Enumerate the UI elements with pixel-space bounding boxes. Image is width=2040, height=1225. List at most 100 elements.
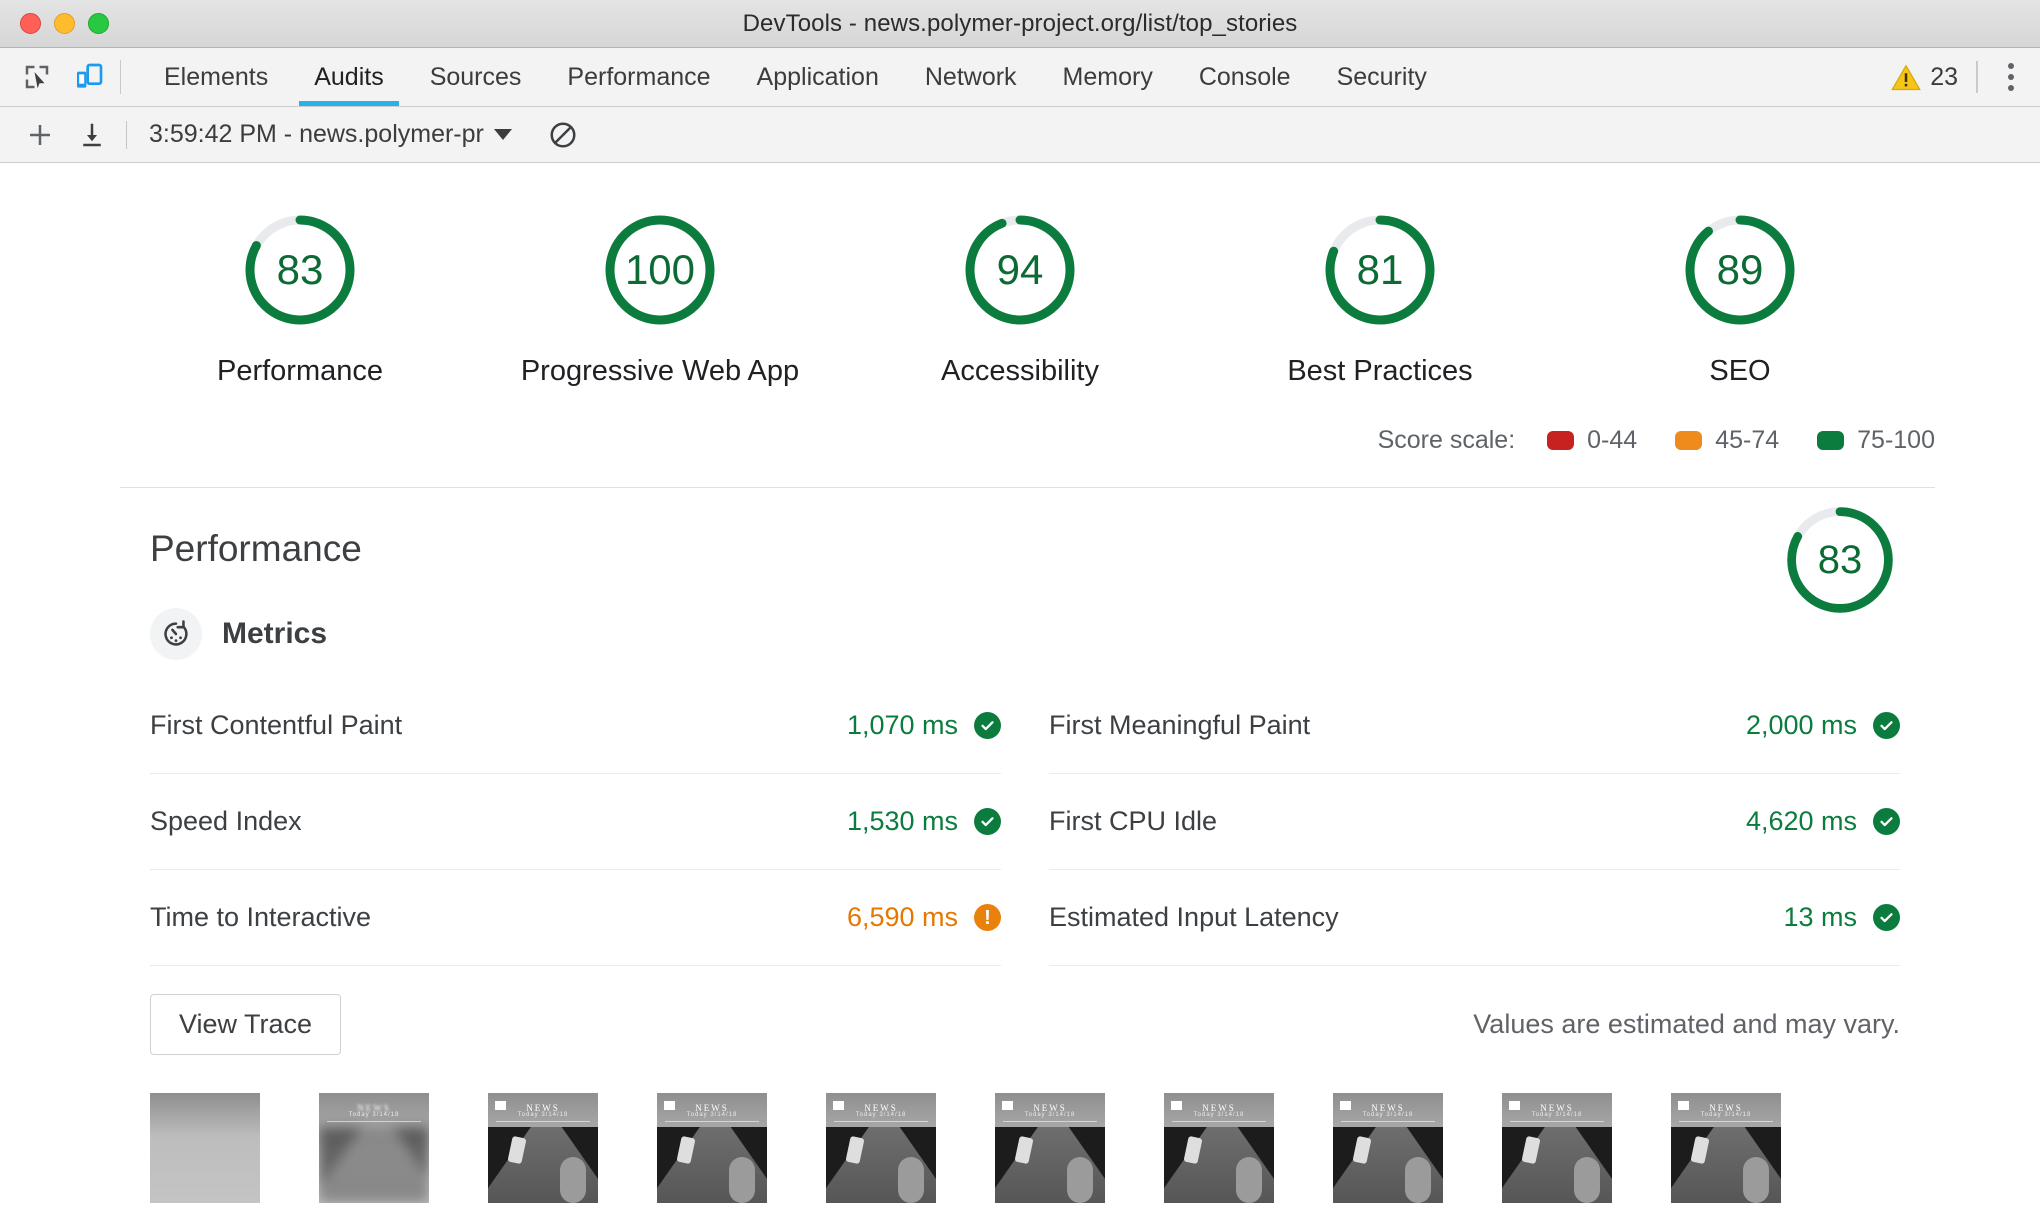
tabstrip-divider [1976,61,1978,93]
pass-check-icon [1873,712,1900,739]
tab-label: Sources [429,62,522,91]
screenshot-filmstrip: NEWS NEWS Today 3/14/18 NEWS Today 3/14/… [0,1055,2040,1203]
view-trace-button[interactable]: View Trace [150,994,342,1055]
tab-sources[interactable]: Sources [407,48,545,106]
pass-check-icon [1873,808,1900,835]
metric-row[interactable]: Speed Index 1,530 ms [150,774,1001,870]
score-scale-item-fail: 0-44 [1547,426,1637,455]
devtools-tabstrip-right: 23 [1891,48,2040,106]
frame-subcaption: Today 3/14/18 [1700,1112,1752,1118]
tab-memory[interactable]: Memory [1040,48,1176,106]
metric-row[interactable]: First CPU Idle 4,620 ms [1049,774,1900,870]
devtools-tab-list: Elements Audits Sources Performance Appl… [141,48,1450,106]
frame-subcaption: Today 3/14/18 [1193,1112,1245,1118]
performance-heading: Performance [150,528,362,569]
audits-toolbar-divider [126,120,127,149]
warning-count-badge[interactable]: 23 [1891,63,1958,92]
tab-label: Network [924,62,1017,91]
gauge-label: Best Practices [1287,355,1473,387]
clear-all-icon[interactable] [540,113,586,157]
frame-subcaption: Today 3/14/18 [517,1112,569,1118]
filmstrip-frame[interactable]: NEWS Today 3/14/18 [319,1093,429,1203]
more-options-icon[interactable] [1996,55,2026,99]
gauge-accessibility[interactable]: 94 Accessibility [840,208,1200,388]
score-range-label: 0-44 [1587,426,1638,454]
metric-value: 1,530 ms [846,806,958,836]
tab-security[interactable]: Security [1314,48,1450,106]
category-score-gauges: 83 Performance 100 Progressive Web App 9… [0,163,2040,388]
gauge-ring: 81 [1318,208,1442,332]
tab-performance[interactable]: Performance [544,48,733,106]
pass-check-icon [974,808,1001,835]
gauge-label: Accessibility [941,355,1099,387]
metrics-grid: First Contentful Paint 1,070 ms Speed In… [0,660,2040,966]
metric-name: First CPU Idle [1049,806,1218,836]
tab-elements[interactable]: Elements [141,48,291,106]
gauge-label: Progressive Web App [520,355,800,387]
gauge-score: 81 [1356,246,1404,293]
performance-gauge-score: 83 [1817,537,1863,582]
frame-subcaption: Today 3/14/18 [348,1112,400,1118]
gauge-score: 94 [996,246,1044,293]
gauge-score: 83 [276,246,324,293]
warning-triangle-icon [1891,64,1922,91]
gauge-ring: 100 [598,208,722,332]
tab-label: Application [756,62,879,91]
gauge-score: 89 [1716,246,1764,293]
filmstrip-frame[interactable]: NEWS Today 3/14/18 [1164,1093,1274,1203]
tab-label: Console [1198,62,1291,91]
filmstrip-frame[interactable]: NEWS Today 3/14/18 [488,1093,598,1203]
gauge-seo[interactable]: 89 SEO [1560,208,1920,388]
metric-value: 13 ms [1783,902,1857,932]
metrics-header: Metrics [0,608,2040,660]
window-title: DevTools - news.polymer-project.org/list… [742,9,1298,37]
metrics-title: Metrics [222,617,328,650]
filmstrip-frame[interactable]: NEWS Today 3/14/18 [1333,1093,1443,1203]
score-scale-item-average: 45-74 [1675,426,1779,455]
metric-name: Estimated Input Latency [1049,902,1339,932]
frame-subcaption: Today 3/14/18 [1024,1112,1076,1118]
score-scale-legend: Score scale: 0-44 45-74 75-100 [0,388,2040,455]
filmstrip-frame[interactable]: NEWS [150,1093,260,1203]
gauge-performance[interactable]: 83 Performance [120,208,480,388]
metric-value: 4,620 ms [1745,806,1857,836]
device-toolbar-icon[interactable] [66,54,112,100]
estimated-values-note: Values are estimated and may vary. [1473,1009,1900,1039]
frame-subcaption: Today 3/14/18 [1531,1112,1583,1118]
tab-console[interactable]: Console [1176,48,1314,106]
filmstrip-frame[interactable]: NEWS Today 3/14/18 [657,1093,767,1203]
new-audit-icon[interactable] [16,113,64,157]
tab-network[interactable]: Network [902,48,1040,106]
metrics-column-right: First Meaningful Paint 2,000 ms First CP… [1049,678,1900,966]
metric-row[interactable]: First Contentful Paint 1,070 ms [150,678,1001,774]
lighthouse-report: 83 Performance 100 Progressive Web App 9… [0,163,2040,1225]
metric-row[interactable]: Time to Interactive 6,590 ms ! [150,870,1001,966]
score-range-label: 45-74 [1715,426,1780,454]
warning-count: 23 [1930,62,1958,91]
tab-label: Security [1336,62,1427,91]
tab-label: Memory [1062,62,1153,91]
frame-subcaption: Today 3/14/18 [1362,1112,1414,1118]
metrics-footer: View Trace Values are estimated and may … [0,966,2040,1055]
window-titlebar: DevTools - news.polymer-project.org/list… [0,0,2040,48]
filmstrip-frame[interactable]: NEWS Today 3/14/18 [995,1093,1105,1203]
gauge-score: 100 [624,246,696,293]
gauge-ring: 89 [1678,208,1802,332]
gauge-ring: 83 [238,208,362,332]
tab-audits[interactable]: Audits [291,48,406,106]
metrics-column-left: First Contentful Paint 1,070 ms Speed In… [150,678,1001,966]
report-selector-dropdown[interactable]: 3:59:42 PM - news.polymer-pr [143,116,518,153]
devtools-tool-icons [0,48,141,106]
export-report-icon[interactable] [68,113,116,157]
pass-check-icon [974,712,1001,739]
metric-row[interactable]: Estimated Input Latency 13 ms [1049,870,1900,966]
filmstrip-frame[interactable]: NEWS Today 3/14/18 [1502,1093,1612,1203]
metric-row[interactable]: First Meaningful Paint 2,000 ms [1049,678,1900,774]
filmstrip-frame[interactable]: NEWS Today 3/14/18 [1671,1093,1781,1203]
score-scale-title: Score scale: [1377,426,1516,454]
tab-application[interactable]: Application [734,48,902,106]
gauge-progressive-web-app[interactable]: 100 Progressive Web App [480,208,840,388]
filmstrip-frame[interactable]: NEWS Today 3/14/18 [826,1093,936,1203]
gauge-best-practices[interactable]: 81 Best Practices [1200,208,1560,388]
inspect-element-icon[interactable] [14,54,60,100]
